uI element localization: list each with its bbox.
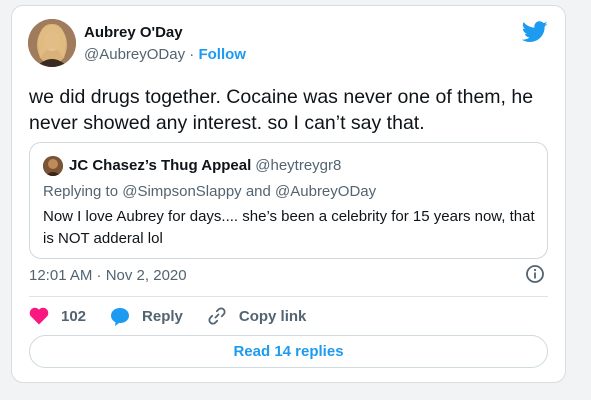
read-replies-button[interactable]: Read 14 replies xyxy=(29,335,548,368)
copy-link-label: Copy link xyxy=(238,307,307,325)
tweet-text: we did drugs together. Cocaine was never… xyxy=(29,86,534,134)
quoted-tweet[interactable]: JC Chasez’s Thug Appeal @heytreygr8 Reply… xyxy=(29,142,548,259)
author-avatar[interactable] xyxy=(28,19,76,67)
divider xyxy=(29,296,548,297)
handle-separator: · xyxy=(185,46,199,63)
link-icon xyxy=(208,307,226,325)
heart-icon xyxy=(29,307,49,325)
tweet-card: Aubrey O'Day @AubreyODay · Follow we did… xyxy=(11,5,566,383)
reply-label: Reply xyxy=(142,307,183,325)
like-count: 102 xyxy=(61,307,87,325)
action-bar: 102 Reply Copy link xyxy=(29,304,306,328)
speech-bubble-icon xyxy=(111,307,130,326)
reply-button[interactable]: Reply xyxy=(110,307,183,326)
quoted-author-name[interactable]: JC Chasez’s Thug Appeal xyxy=(69,157,251,174)
quoted-author-line: JC Chasez’s Thug Appeal @heytreygr8 xyxy=(69,157,341,174)
quoted-tweet-text: Now I love Aubrey for days.... she’s bee… xyxy=(43,208,535,247)
tweet-timestamp[interactable]: 12:01 AM · Nov 2, 2020 xyxy=(29,267,187,284)
quoted-author-handle[interactable]: @heytreygr8 xyxy=(255,157,341,174)
info-icon[interactable] xyxy=(525,264,545,284)
author-name[interactable]: Aubrey O'Day xyxy=(84,24,183,41)
quoted-replying-to: Replying to @SimpsonSlappy and @AubreyOD… xyxy=(43,183,377,200)
author-handle-row: @AubreyODay · Follow xyxy=(84,46,246,63)
like-button[interactable]: 102 xyxy=(29,307,86,325)
copy-link-button[interactable]: Copy link xyxy=(207,306,307,326)
author-handle[interactable]: @AubreyODay xyxy=(84,46,185,63)
quoted-author-avatar[interactable] xyxy=(43,156,63,176)
follow-button[interactable]: Follow xyxy=(198,46,246,63)
twitter-bird-icon[interactable] xyxy=(522,21,548,43)
